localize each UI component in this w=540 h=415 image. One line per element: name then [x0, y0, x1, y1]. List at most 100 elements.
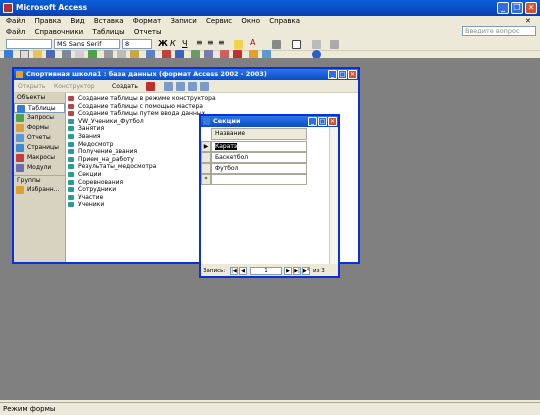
table-cell[interactable]: Футбол: [211, 163, 307, 174]
column-header-name[interactable]: Название: [211, 128, 307, 140]
list-item[interactable]: VW_Ученики_Футбол: [68, 118, 216, 126]
menu-help[interactable]: Справка: [269, 17, 300, 25]
prev-record-icon[interactable]: ◀: [239, 267, 247, 275]
line-color-icon[interactable]: [272, 40, 281, 49]
linked-table-icon: [68, 126, 74, 132]
mdi-close-icon[interactable]: ✕: [525, 17, 531, 25]
sidebar-item-reports[interactable]: Отчеты: [14, 133, 65, 143]
list-item[interactable]: Создание таблицы путем ввода данных: [68, 110, 216, 118]
record-navigation-bar: Запись: |◀ ◀ 1 ▶ ▶| ▶* из 3: [201, 266, 338, 276]
align-center-icon[interactable]: ≡: [207, 38, 214, 47]
italic-icon[interactable]: К: [170, 39, 176, 48]
list-item[interactable]: Результаты_медосмотра: [68, 163, 216, 171]
menu2-reports[interactable]: Отчеты: [134, 28, 162, 36]
list-item[interactable]: Секции: [68, 171, 216, 179]
underline-icon[interactable]: Ч: [182, 39, 187, 48]
linked-table-icon: [68, 187, 74, 193]
table-close-button[interactable]: ✕: [328, 117, 337, 126]
bold-icon[interactable]: Ж: [158, 39, 168, 48]
record-selector[interactable]: [201, 163, 211, 174]
list-item[interactable]: Медосмотр: [68, 141, 216, 149]
fill-color-icon[interactable]: [234, 40, 243, 49]
list-item[interactable]: Соревнования: [68, 179, 216, 187]
menu-tools[interactable]: Сервис: [206, 17, 232, 25]
linked-table-icon: [68, 179, 74, 185]
menu-edit[interactable]: Правка: [35, 17, 62, 25]
db-close-button[interactable]: ✕: [348, 70, 357, 79]
align-left-icon[interactable]: ≡: [196, 38, 203, 47]
line-width-icon[interactable]: [312, 40, 321, 49]
next-record-icon[interactable]: ▶: [284, 267, 292, 275]
list-item[interactable]: Прием_на_работу: [68, 156, 216, 164]
delete-icon[interactable]: [146, 82, 155, 91]
list-item[interactable]: Занятия: [68, 125, 216, 133]
list-item[interactable]: Сотрудники: [68, 186, 216, 194]
linked-table-icon: [68, 171, 74, 177]
sidebar-item-queries[interactable]: Запросы: [14, 113, 65, 123]
object-combo[interactable]: [6, 39, 52, 49]
group-favorites[interactable]: Избранн...: [14, 185, 65, 195]
record-selector-current-icon[interactable]: ▶: [201, 141, 211, 152]
objects-sidebar: Объекты Таблицы Запросы Формы Отчеты Стр…: [14, 93, 66, 262]
list-item[interactable]: Ученики: [68, 201, 216, 209]
menu2-tables[interactable]: Таблицы: [92, 28, 124, 36]
vertical-scrollbar[interactable]: [329, 127, 338, 264]
menu-insert[interactable]: Вставка: [94, 17, 124, 25]
font-size-combo[interactable]: 8: [122, 39, 152, 49]
sidebar-item-forms[interactable]: Формы: [14, 123, 65, 133]
record-number-input[interactable]: 1: [250, 267, 282, 275]
table-window-title-bar[interactable]: Секции _ □ ✕: [201, 116, 338, 127]
sidebar-item-modules[interactable]: Модули: [14, 163, 65, 173]
first-record-icon[interactable]: |◀: [230, 267, 238, 275]
small-icons-icon[interactable]: [176, 82, 185, 91]
minimize-button[interactable]: _: [497, 2, 509, 14]
menu-view[interactable]: Вид: [70, 17, 84, 25]
record-selector[interactable]: [201, 152, 211, 163]
menu2-reference[interactable]: Справочники: [35, 28, 84, 36]
menu-window[interactable]: Окно: [241, 17, 260, 25]
groups-header[interactable]: Группы: [14, 175, 65, 185]
last-record-icon[interactable]: ▶|: [293, 267, 301, 275]
menu2-file[interactable]: Файл: [6, 28, 25, 36]
create-button[interactable]: Создать: [112, 80, 138, 93]
new-record-marker[interactable]: *: [201, 174, 211, 185]
font-combo[interactable]: MS Sans Serif: [54, 39, 120, 49]
help-question-input[interactable]: Введите вопрос: [462, 26, 536, 36]
list-item[interactable]: Создание таблицы в режиме конструктора: [68, 95, 216, 103]
open-button[interactable]: Открыть: [18, 80, 45, 93]
access-app-icon[interactable]: [3, 3, 13, 13]
details-view-icon[interactable]: [200, 82, 209, 91]
table-cell-new[interactable]: [211, 174, 307, 185]
design-button[interactable]: Конструктор: [54, 80, 95, 93]
table-minimize-button[interactable]: _: [308, 117, 317, 126]
sidebar-item-tables[interactable]: Таблицы: [14, 103, 65, 113]
db-minimize-button[interactable]: _: [328, 70, 337, 79]
table-cell[interactable]: Баскетбол: [211, 152, 307, 163]
sidebar-item-macros[interactable]: Макросы: [14, 153, 65, 163]
new-record-nav-icon[interactable]: ▶*: [302, 267, 310, 275]
font-color-icon[interactable]: A: [250, 38, 255, 47]
table-maximize-button[interactable]: □: [318, 117, 327, 126]
linked-table-icon: [68, 164, 74, 170]
forms-icon: [16, 124, 24, 132]
menu-records[interactable]: Записи: [170, 17, 196, 25]
close-button[interactable]: ✕: [525, 2, 537, 14]
border-icon[interactable]: [292, 40, 301, 49]
list-item[interactable]: Получение_звания: [68, 148, 216, 156]
menu-format[interactable]: Формат: [133, 17, 161, 25]
db-maximize-button[interactable]: □: [338, 70, 347, 79]
align-right-icon[interactable]: ≡: [218, 38, 225, 47]
list-item[interactable]: Создание таблицы с помощью мастера: [68, 103, 216, 111]
objects-header[interactable]: Объекты: [14, 93, 65, 103]
large-icons-icon[interactable]: [164, 82, 173, 91]
list-item[interactable]: Звания: [68, 133, 216, 141]
menu-file[interactable]: Файл: [6, 17, 25, 25]
sidebar-item-pages[interactable]: Страницы: [14, 143, 65, 153]
list-item[interactable]: Участие: [68, 194, 216, 202]
special-effect-icon[interactable]: [330, 40, 339, 49]
database-window-title-bar[interactable]: Спортивная школа1 : база данных (формат …: [14, 69, 358, 80]
table-window-title: Секции: [213, 117, 241, 125]
table-cell[interactable]: Каратэ: [211, 141, 307, 152]
list-view-icon[interactable]: [188, 82, 197, 91]
restore-button[interactable]: ❐: [511, 2, 523, 14]
